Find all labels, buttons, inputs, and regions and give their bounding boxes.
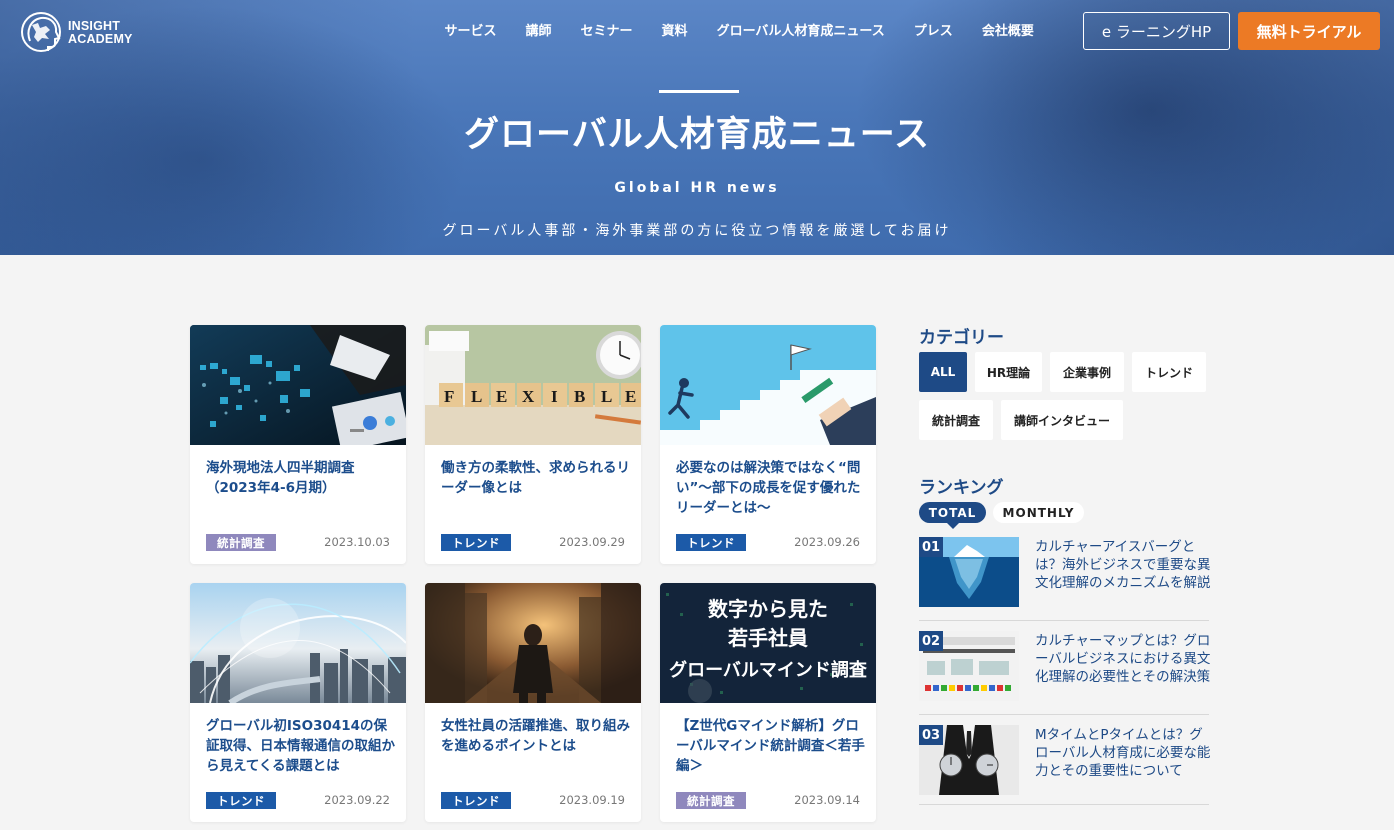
ranking-heading: ランキング xyxy=(919,478,1004,498)
svg-text:L: L xyxy=(601,387,612,406)
divider xyxy=(919,620,1209,621)
article-card[interactable]: 数字から見た 若手社員 グローバルマインド調査 【Z世代Gマインド解析】グローバ… xyxy=(660,583,876,822)
main-nav: サービス 講師 セミナー 資料 グローバル人材育成ニュース プレス 会社概要 xyxy=(430,22,1048,42)
free-trial-button[interactable]: 無料トライアル xyxy=(1238,12,1380,50)
hero-banner: INSIGHT ACADEMY サービス 講師 セミナー 資料 グローバル人材育… xyxy=(0,0,1394,255)
ranking-tab-monthly[interactable]: MONTHLY xyxy=(993,502,1084,523)
article-date: 2023.09.22 xyxy=(324,793,390,807)
category-statistics[interactable]: 統計調査 xyxy=(919,400,993,440)
svg-text:E: E xyxy=(496,387,507,406)
article-title[interactable]: グローバル初ISO30414の保証取得、日本情報通信の取組から見えてくる課題とは xyxy=(206,716,396,776)
article-tag[interactable]: トレンド xyxy=(441,534,511,551)
article-tag[interactable]: 統計調査 xyxy=(206,534,276,551)
nav-item-seminar[interactable]: セミナー xyxy=(566,22,647,42)
article-title[interactable]: 海外現地法人四半期調査（2023年4-6月期） xyxy=(206,458,396,498)
woman-city-image xyxy=(425,583,641,703)
category-all[interactable]: ALL xyxy=(919,352,967,392)
nav-item-company[interactable]: 会社概要 xyxy=(967,22,1048,42)
ranking-number: 01 xyxy=(919,537,943,557)
nav-item-instructors[interactable]: 講師 xyxy=(511,22,566,42)
article-card[interactable]: グローバル初ISO30414の保証取得、日本情報通信の取組から見えてくる課題とは… xyxy=(190,583,406,822)
nav-item-press[interactable]: プレス xyxy=(899,22,967,42)
svg-text:F: F xyxy=(444,387,454,406)
elearning-button[interactable]: e ラーニングHP xyxy=(1083,12,1230,50)
survey-line-1: 数字から見た xyxy=(708,597,828,621)
article-thumbnail-woman-city[interactable] xyxy=(425,583,641,703)
ranking-number: 02 xyxy=(919,631,943,651)
article-date: 2023.10.03 xyxy=(324,535,390,549)
category-heading: カテゴリー xyxy=(919,328,1004,348)
survey-line-2: 若手社員 xyxy=(727,626,808,650)
article-thumbnail-flexible[interactable]: F L E X I B L E xyxy=(425,325,641,445)
category-case-studies[interactable]: 企業事例 xyxy=(1050,352,1124,392)
nav-item-global-hr-news[interactable]: グローバル人材育成ニュース xyxy=(702,22,899,42)
article-title[interactable]: 女性社員の活躍推進、取り組みを進めるポイントとは xyxy=(441,716,631,756)
page-title: グローバル人材育成ニュース xyxy=(464,115,930,155)
article-card[interactable]: 必要なのは解決策ではなく“問い”〜部下の成長を促す優れたリーダーとは〜 トレンド… xyxy=(660,325,876,564)
article-card[interactable]: 海外現地法人四半期調査（2023年4-6月期） 統計調査 2023.10.03 xyxy=(190,325,406,564)
svg-text:B: B xyxy=(574,387,585,406)
article-title[interactable]: 必要なのは解決策ではなく“問い”〜部下の成長を促す優れたリーダーとは〜 xyxy=(676,458,866,518)
nav-item-documents[interactable]: 資料 xyxy=(647,22,702,42)
article-thumbnail-city-network[interactable] xyxy=(190,583,406,703)
flexible-blocks-image: F L E X I B L E xyxy=(425,325,641,445)
article-tag[interactable]: 統計調査 xyxy=(676,792,746,809)
article-title[interactable]: 働き方の柔軟性、求められるリーダー像とは xyxy=(441,458,631,498)
survey-line-3: グローバルマインド調査 xyxy=(669,659,867,681)
article-card[interactable]: 女性社員の活躍推進、取り組みを進めるポイントとは トレンド 2023.09.19 xyxy=(425,583,641,822)
svg-text:L: L xyxy=(471,387,482,406)
ranking-number: 03 xyxy=(919,725,943,745)
logo-head-icon xyxy=(21,12,61,52)
category-interview[interactable]: 講師インタビュー xyxy=(1001,400,1123,440)
ranking-tab-total[interactable]: TOTAL xyxy=(919,502,986,529)
ranking-title[interactable]: カルチャーマップとは？グローバルビジネスにおける異文化理解の必要性とその解決策 xyxy=(1035,632,1211,686)
goal-stairs-image xyxy=(660,325,876,445)
article-date: 2023.09.19 xyxy=(559,793,625,807)
page-description: グローバル人事部・海外事業部の方に役立つ情報を厳選してお届け xyxy=(442,223,952,239)
article-tag[interactable]: トレンド xyxy=(441,792,511,809)
page-subtitle: Global HR news xyxy=(614,180,780,196)
city-network-image xyxy=(190,583,406,703)
article-thumbnail-global-mind-survey[interactable]: 数字から見た 若手社員 グローバルマインド調査 xyxy=(660,583,876,703)
article-thumbnail-goal-stairs[interactable] xyxy=(660,325,876,445)
ranking-item[interactable]: 01 カルチャーアイスバーグとは？海外ビジネスで重要な異文化理解のメカニズムを解… xyxy=(919,537,1211,627)
svg-text:I: I xyxy=(551,387,558,406)
article-tag[interactable]: トレンド xyxy=(676,534,746,551)
divider xyxy=(919,714,1209,715)
logo[interactable]: INSIGHT ACADEMY xyxy=(20,10,150,56)
category-hr-theory[interactable]: HR理論 xyxy=(975,352,1042,392)
ranking-title[interactable]: MタイムとPタイムとは？グローバル人材育成に必要な能力とその重要性について xyxy=(1035,726,1211,780)
survey-banner-image: 数字から見た 若手社員 グローバルマインド調査 xyxy=(660,583,876,703)
svg-text:E: E xyxy=(625,387,636,406)
svg-text:X: X xyxy=(522,387,535,406)
logo-text: INSIGHT ACADEMY xyxy=(68,19,133,46)
hero-divider xyxy=(659,90,739,93)
article-date: 2023.09.29 xyxy=(559,535,625,549)
article-date: 2023.09.14 xyxy=(794,793,860,807)
article-tag[interactable]: トレンド xyxy=(206,792,276,809)
nav-item-services[interactable]: サービス xyxy=(430,22,511,42)
article-card[interactable]: F L E X I B L E 働き方の柔軟性、求められるリーダー像とは トレン… xyxy=(425,325,641,564)
category-trend[interactable]: トレンド xyxy=(1132,352,1206,392)
article-thumbnail-world-map[interactable] xyxy=(190,325,406,445)
world-map-image xyxy=(190,325,406,445)
ranking-item[interactable]: 02 カルチャーマップとは？グローバルビジネスにおける異文化理解の必要性とその解… xyxy=(919,631,1211,721)
ranking-title[interactable]: カルチャーアイスバーグとは？海外ビジネスで重要な異文化理解のメカニズムを解説 xyxy=(1035,538,1211,592)
ranking-item[interactable]: 03 MタイムとPタイムとは？グローバル人材育成に必要な能力とその重要性について xyxy=(919,725,1211,815)
divider xyxy=(919,804,1209,805)
article-date: 2023.09.26 xyxy=(794,535,860,549)
article-title[interactable]: 【Z世代Gマインド解析】グローバルマインド統計調査＜若手編＞ xyxy=(676,716,866,776)
